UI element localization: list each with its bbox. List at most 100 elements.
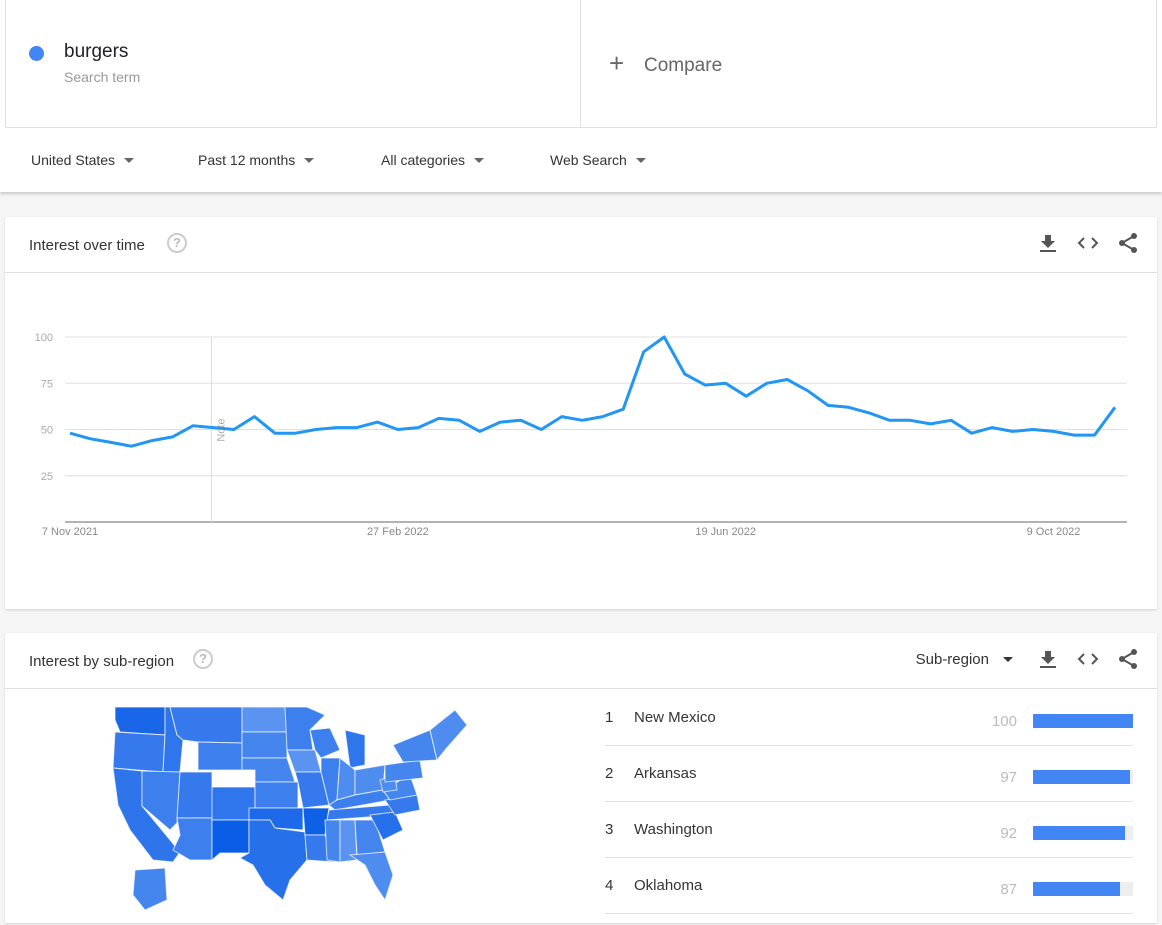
region-name: Oklahoma xyxy=(634,877,703,894)
data-point[interactable] xyxy=(576,414,588,426)
data-point[interactable] xyxy=(535,424,547,436)
region-name: Washington xyxy=(634,821,713,838)
compare-button[interactable]: + Compare xyxy=(581,0,1156,127)
embed-icon[interactable] xyxy=(1077,231,1099,255)
map-region-michigan xyxy=(344,729,366,769)
data-point[interactable] xyxy=(187,420,199,432)
data-point[interactable] xyxy=(371,416,383,428)
data-point[interactable] xyxy=(351,422,363,434)
us-choropleth-map[interactable] xyxy=(5,690,595,920)
data-point[interactable] xyxy=(105,436,117,448)
data-point[interactable] xyxy=(248,411,260,423)
explore-header: burgers Search term + Compare United Sta… xyxy=(0,0,1162,192)
data-point[interactable] xyxy=(1027,424,1039,436)
data-point[interactable] xyxy=(802,385,814,397)
interest-line-chart: 255075100Note7 Nov 2021 27 Feb 2022 19 Jun… xyxy=(35,331,1127,538)
data-point[interactable] xyxy=(392,424,404,436)
map-region-new-york xyxy=(392,729,438,763)
data-point[interactable] xyxy=(207,422,219,434)
data-point[interactable] xyxy=(330,422,342,434)
data-point[interactable] xyxy=(658,331,670,343)
map-region-iowa xyxy=(286,749,322,773)
map-region-pennsylvania xyxy=(384,759,424,783)
period-filter[interactable]: Past 12 months xyxy=(198,152,315,168)
share-icon[interactable] xyxy=(1117,647,1139,671)
data-point[interactable] xyxy=(166,431,178,443)
property-filter[interactable]: Web Search xyxy=(550,152,646,168)
data-point[interactable] xyxy=(146,435,158,447)
y-tick-label: 100 xyxy=(35,332,53,344)
data-point[interactable] xyxy=(843,401,855,413)
caret-down-icon xyxy=(635,157,646,163)
data-point[interactable] xyxy=(412,422,424,434)
data-point[interactable] xyxy=(1089,429,1101,441)
compare-label: Compare xyxy=(644,55,723,76)
data-point[interactable] xyxy=(269,427,281,439)
card-header: Interest over time ? xyxy=(5,217,1157,273)
data-point[interactable] xyxy=(310,424,322,436)
data-point[interactable] xyxy=(863,407,875,419)
data-point[interactable] xyxy=(740,390,752,402)
data-point[interactable] xyxy=(904,414,916,426)
search-term-card[interactable]: burgers Search term xyxy=(6,0,581,127)
data-point[interactable] xyxy=(289,427,301,439)
data-point[interactable] xyxy=(986,422,998,434)
data-point[interactable] xyxy=(597,411,609,423)
data-point[interactable] xyxy=(720,377,732,389)
data-point[interactable] xyxy=(638,346,650,358)
help-icon[interactable]: ? xyxy=(167,233,187,253)
data-point[interactable] xyxy=(515,414,527,426)
data-point[interactable] xyxy=(781,374,793,386)
help-icon[interactable]: ? xyxy=(193,649,213,669)
data-point[interactable] xyxy=(84,433,96,445)
subregion-row[interactable]: 1 New Mexico 100 xyxy=(605,690,1133,746)
category-filter[interactable]: All categories xyxy=(381,152,485,168)
download-icon[interactable] xyxy=(1037,231,1059,255)
data-point[interactable] xyxy=(433,412,445,424)
data-point[interactable] xyxy=(679,368,691,380)
data-point[interactable] xyxy=(822,399,834,411)
subregion-row[interactable]: 4 Oklahoma 87 xyxy=(605,858,1133,914)
rank-number: 4 xyxy=(605,877,614,894)
resolution-select[interactable]: Sub-region xyxy=(916,651,1013,668)
card-actions: Sub-region xyxy=(916,647,1139,671)
share-icon[interactable] xyxy=(1117,231,1139,255)
region-filter[interactable]: United States xyxy=(31,152,135,168)
data-point[interactable] xyxy=(1109,401,1121,413)
y-tick-label: 50 xyxy=(41,425,53,437)
data-point[interactable] xyxy=(1068,429,1080,441)
data-point[interactable] xyxy=(925,418,937,430)
data-point[interactable] xyxy=(761,377,773,389)
map-region-texas xyxy=(238,819,308,901)
data-point[interactable] xyxy=(125,440,137,452)
region-value-bar-fill xyxy=(1033,714,1133,728)
region-value-bar-fill xyxy=(1033,826,1125,840)
subregion-row[interactable]: 3 Washington 92 xyxy=(605,802,1133,858)
region-value: 97 xyxy=(1000,769,1017,786)
data-point[interactable] xyxy=(1048,425,1060,437)
region-value-bar-fill xyxy=(1033,882,1120,896)
region-value-bar xyxy=(1033,826,1133,840)
subregion-row[interactable]: 2 Arkansas 97 xyxy=(605,746,1133,802)
embed-icon[interactable] xyxy=(1077,647,1099,671)
search-term-name[interactable]: burgers xyxy=(64,41,128,63)
map-region-alaska xyxy=(132,867,168,911)
card-actions xyxy=(1037,231,1139,255)
data-point[interactable] xyxy=(64,427,76,439)
filters-bar: United States Past 12 months All categor… xyxy=(0,128,1162,192)
data-point[interactable] xyxy=(945,414,957,426)
data-point[interactable] xyxy=(453,414,465,426)
data-point[interactable] xyxy=(966,427,978,439)
data-point[interactable] xyxy=(617,403,629,415)
data-point[interactable] xyxy=(494,416,506,428)
data-point[interactable] xyxy=(1007,425,1019,437)
x-tick-label: 9 Oct 2022 xyxy=(1027,526,1081,538)
data-point[interactable] xyxy=(556,411,568,423)
y-tick-label: 75 xyxy=(41,378,53,390)
download-icon[interactable] xyxy=(1037,647,1059,671)
data-point[interactable] xyxy=(228,424,240,436)
data-point[interactable] xyxy=(474,425,486,437)
data-point[interactable] xyxy=(699,379,711,391)
data-point[interactable] xyxy=(884,414,896,426)
map-region-montana xyxy=(169,706,243,744)
